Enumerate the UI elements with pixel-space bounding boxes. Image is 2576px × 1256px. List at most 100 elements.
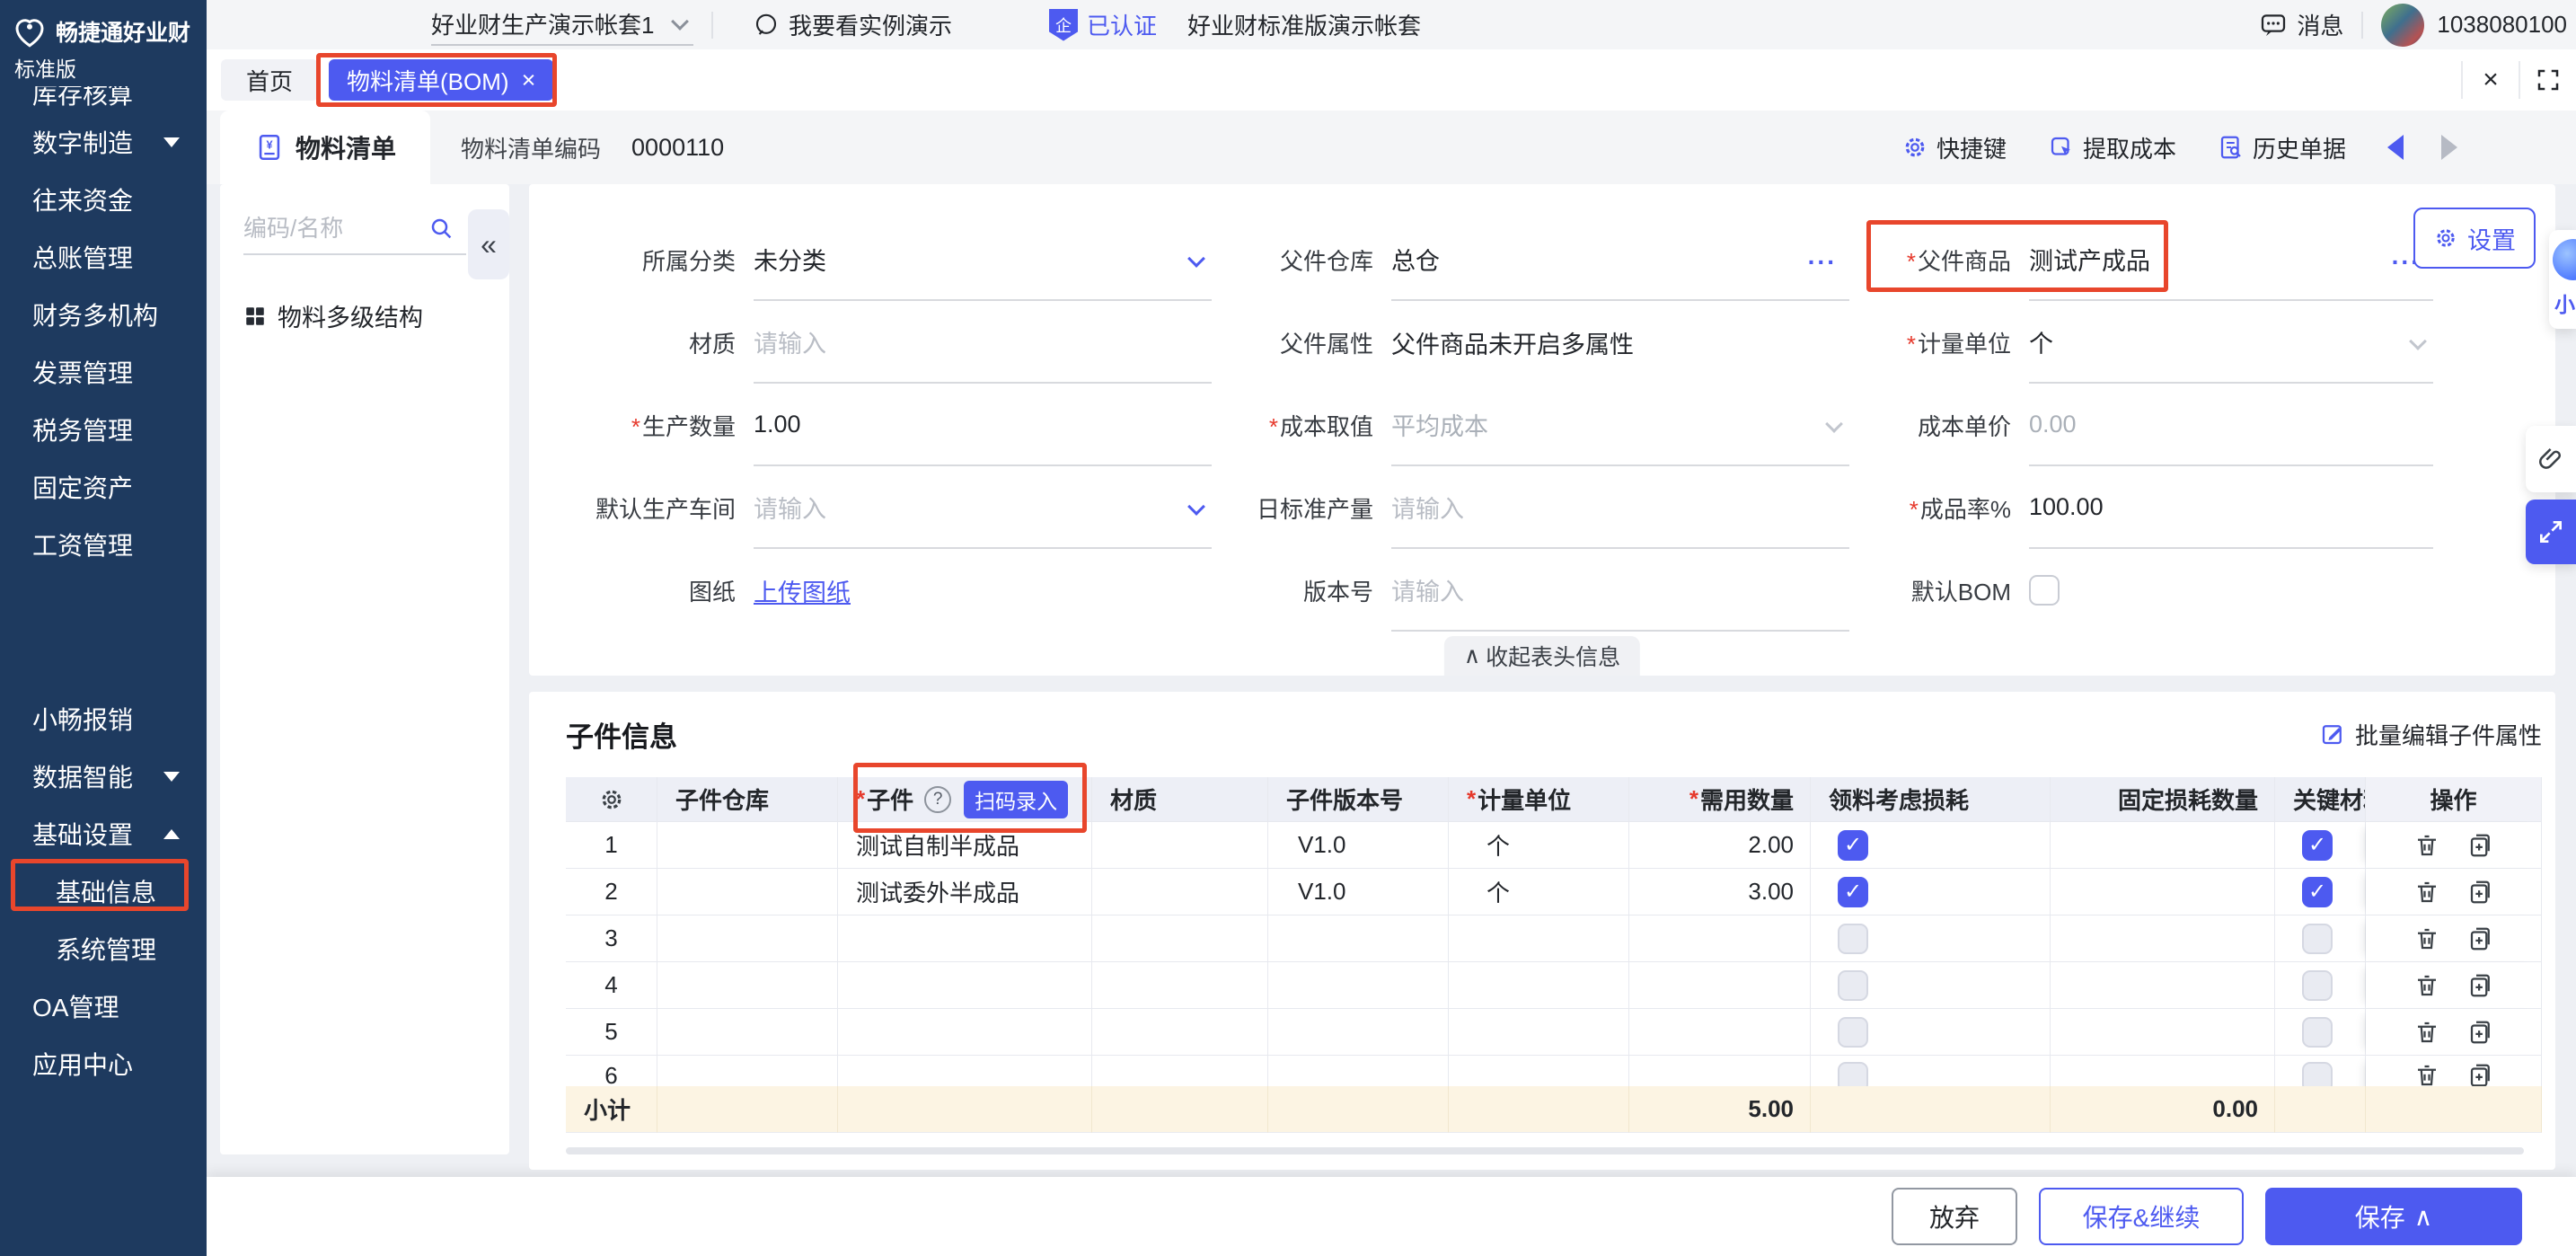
sidebar-item-基础信息[interactable]: 基础信息 xyxy=(0,862,207,920)
cell-required-qty[interactable] xyxy=(1629,962,1811,1009)
cell-sub-warehouse[interactable] xyxy=(657,962,838,1009)
upload-drawing-link[interactable]: 上传图纸 xyxy=(754,573,851,608)
sidebar-item-应用中心[interactable]: 应用中心 xyxy=(0,1035,207,1092)
delete-row-icon[interactable] xyxy=(2413,972,2440,999)
collapse-header-button[interactable]: ∧ 收起表头信息 xyxy=(1444,636,1640,676)
tab-home[interactable]: 首页 xyxy=(221,59,318,101)
next-record-arrow[interactable] xyxy=(2441,135,2457,160)
chevron-down-icon[interactable] xyxy=(1825,415,1843,433)
save-continue-button[interactable]: 保存&继续 xyxy=(2039,1188,2244,1245)
cell-component[interactable] xyxy=(838,1009,1092,1056)
demo-link[interactable]: 我要看实例演示 xyxy=(753,8,952,41)
horizontal-scrollbar[interactable] xyxy=(566,1147,2524,1154)
cell-component[interactable]: 测试自制半成品 xyxy=(838,822,1092,869)
cell-component[interactable] xyxy=(838,962,1092,1009)
cell-unit[interactable]: 个 xyxy=(1449,869,1629,915)
loss-consider-checkbox[interactable]: ✓ xyxy=(1838,924,1868,954)
field-control-category[interactable]: 未分类 xyxy=(754,218,1212,301)
account-book-selector[interactable]: 好业财生产演示帐套1 xyxy=(431,4,693,46)
field-control-unit[interactable]: 个 xyxy=(2029,301,2433,384)
sidebar-item-库存核算[interactable]: 库存核算 xyxy=(0,86,207,113)
default-bom-checkbox[interactable] xyxy=(2029,575,2060,606)
sidebar-item-往来资金[interactable]: 往来资金 xyxy=(0,171,207,228)
sidebar-item-数据智能[interactable]: 数据智能 xyxy=(0,747,207,805)
loss-consider-checkbox[interactable]: ✓ xyxy=(1838,1062,1868,1086)
assistant-widget[interactable]: 小 xyxy=(2549,230,2576,329)
sidebar-item-固定资产[interactable]: 固定资产 xyxy=(0,458,207,516)
copy-row-icon[interactable] xyxy=(2467,972,2494,999)
cell-required-qty[interactable] xyxy=(1629,915,1811,962)
save-button[interactable]: 保存 ∧ xyxy=(2265,1188,2522,1245)
scan-entry-button[interactable]: 扫码录入 xyxy=(964,781,1068,818)
tab-bom-active[interactable]: 物料清单(BOM) × xyxy=(329,59,553,101)
cell-material[interactable] xyxy=(1092,962,1268,1009)
attachment-button[interactable] xyxy=(2526,426,2576,492)
cell-fixed-loss[interactable] xyxy=(2051,915,2275,962)
cell-version[interactable] xyxy=(1268,1056,1449,1086)
sidebar-item-工资管理[interactable]: 工资管理 xyxy=(0,516,207,573)
cell-material[interactable] xyxy=(1092,822,1268,869)
cell-fixed-loss[interactable] xyxy=(2051,962,2275,1009)
cell-unit[interactable] xyxy=(1449,962,1629,1009)
ellipsis-picker-icon[interactable]: ... xyxy=(1808,242,1837,270)
cell-fixed-loss[interactable] xyxy=(2051,1056,2275,1086)
cell-component[interactable] xyxy=(838,1056,1092,1086)
field-control-version[interactable]: 请输入 xyxy=(1391,549,1849,632)
cell-sub-warehouse[interactable] xyxy=(657,869,838,915)
batch-edit-button[interactable]: 批量编辑子件属性 xyxy=(2319,718,2542,751)
cell-version[interactable]: V1.0 xyxy=(1268,822,1449,869)
cell-unit[interactable]: 个 xyxy=(1449,822,1629,869)
collapse-panel-button[interactable]: « xyxy=(468,209,509,279)
user-avatar[interactable] xyxy=(2381,4,2424,47)
tree-item-multilevel[interactable]: 物料多级结构 xyxy=(243,298,490,333)
sidebar-item-小畅报销[interactable]: 小畅报销 xyxy=(0,690,207,747)
sidebar-item-税务管理[interactable]: 税务管理 xyxy=(0,401,207,458)
expand-tool-button[interactable] xyxy=(2526,500,2576,564)
key-material-checkbox[interactable]: ✓ xyxy=(2302,1017,2333,1048)
cell-material[interactable] xyxy=(1092,915,1268,962)
cell-version[interactable] xyxy=(1268,1009,1449,1056)
cell-sub-warehouse[interactable] xyxy=(657,915,838,962)
cell-material[interactable] xyxy=(1092,1009,1268,1056)
cell-required-qty[interactable]: 3.00 xyxy=(1629,869,1811,915)
sidebar-item-财务多机构[interactable]: 财务多机构 xyxy=(0,286,207,343)
copy-row-icon[interactable] xyxy=(2467,1019,2494,1046)
cell-component[interactable] xyxy=(838,915,1092,962)
shortcut-keys-button[interactable]: 快捷键 xyxy=(1901,131,2007,164)
chevron-down-icon[interactable] xyxy=(1187,498,1205,516)
cell-fixed-loss[interactable] xyxy=(2051,869,2275,915)
cell-material[interactable] xyxy=(1092,1056,1268,1086)
delete-row-icon[interactable] xyxy=(2413,832,2440,859)
extract-cost-button[interactable]: 提取成本 xyxy=(2048,131,2176,164)
field-control-drawing[interactable]: 上传图纸 xyxy=(754,549,1212,632)
sidebar-item-总账管理[interactable]: 总账管理 xyxy=(0,228,207,286)
loss-consider-checkbox[interactable]: ✓ xyxy=(1838,970,1868,1001)
tab-close-icon[interactable]: × xyxy=(522,66,536,94)
fullscreen-icon[interactable] xyxy=(2520,66,2576,93)
cell-sub-warehouse[interactable] xyxy=(657,1009,838,1056)
settings-button[interactable]: 设置 xyxy=(2413,208,2536,269)
field-control-prod-qty[interactable]: 1.00 xyxy=(754,384,1212,466)
sidebar-item-OA管理[interactable]: OA管理 xyxy=(0,977,207,1035)
field-control-parent-warehouse[interactable]: 总仓... xyxy=(1391,218,1849,301)
field-control-default-bom[interactable] xyxy=(2029,549,2433,632)
cell-unit[interactable] xyxy=(1449,1056,1629,1086)
certified-badge[interactable]: 企 已认证 xyxy=(1049,8,1157,41)
cell-component[interactable]: 测试委外半成品 xyxy=(838,869,1092,915)
history-docs-button[interactable]: 历史单据 xyxy=(2218,131,2346,164)
delete-row-icon[interactable] xyxy=(2413,1062,2440,1086)
search-icon[interactable] xyxy=(428,216,455,243)
cell-required-qty[interactable] xyxy=(1629,1056,1811,1086)
cell-required-qty[interactable] xyxy=(1629,1009,1811,1056)
field-control-parent-attr[interactable]: 父件商品未开启多属性 xyxy=(1391,301,1849,384)
chevron-down-icon[interactable] xyxy=(1187,250,1205,268)
key-material-checkbox[interactable]: ✓ xyxy=(2302,830,2333,861)
cell-fixed-loss[interactable] xyxy=(2051,822,2275,869)
field-control-daily-output[interactable]: 请输入 xyxy=(1391,466,1849,549)
prev-record-arrow[interactable] xyxy=(2387,135,2404,160)
copy-row-icon[interactable] xyxy=(2467,1062,2494,1086)
delete-row-icon[interactable] xyxy=(2413,879,2440,906)
cell-version[interactable] xyxy=(1268,915,1449,962)
key-material-checkbox[interactable]: ✓ xyxy=(2302,877,2333,907)
search-input[interactable] xyxy=(243,215,428,243)
